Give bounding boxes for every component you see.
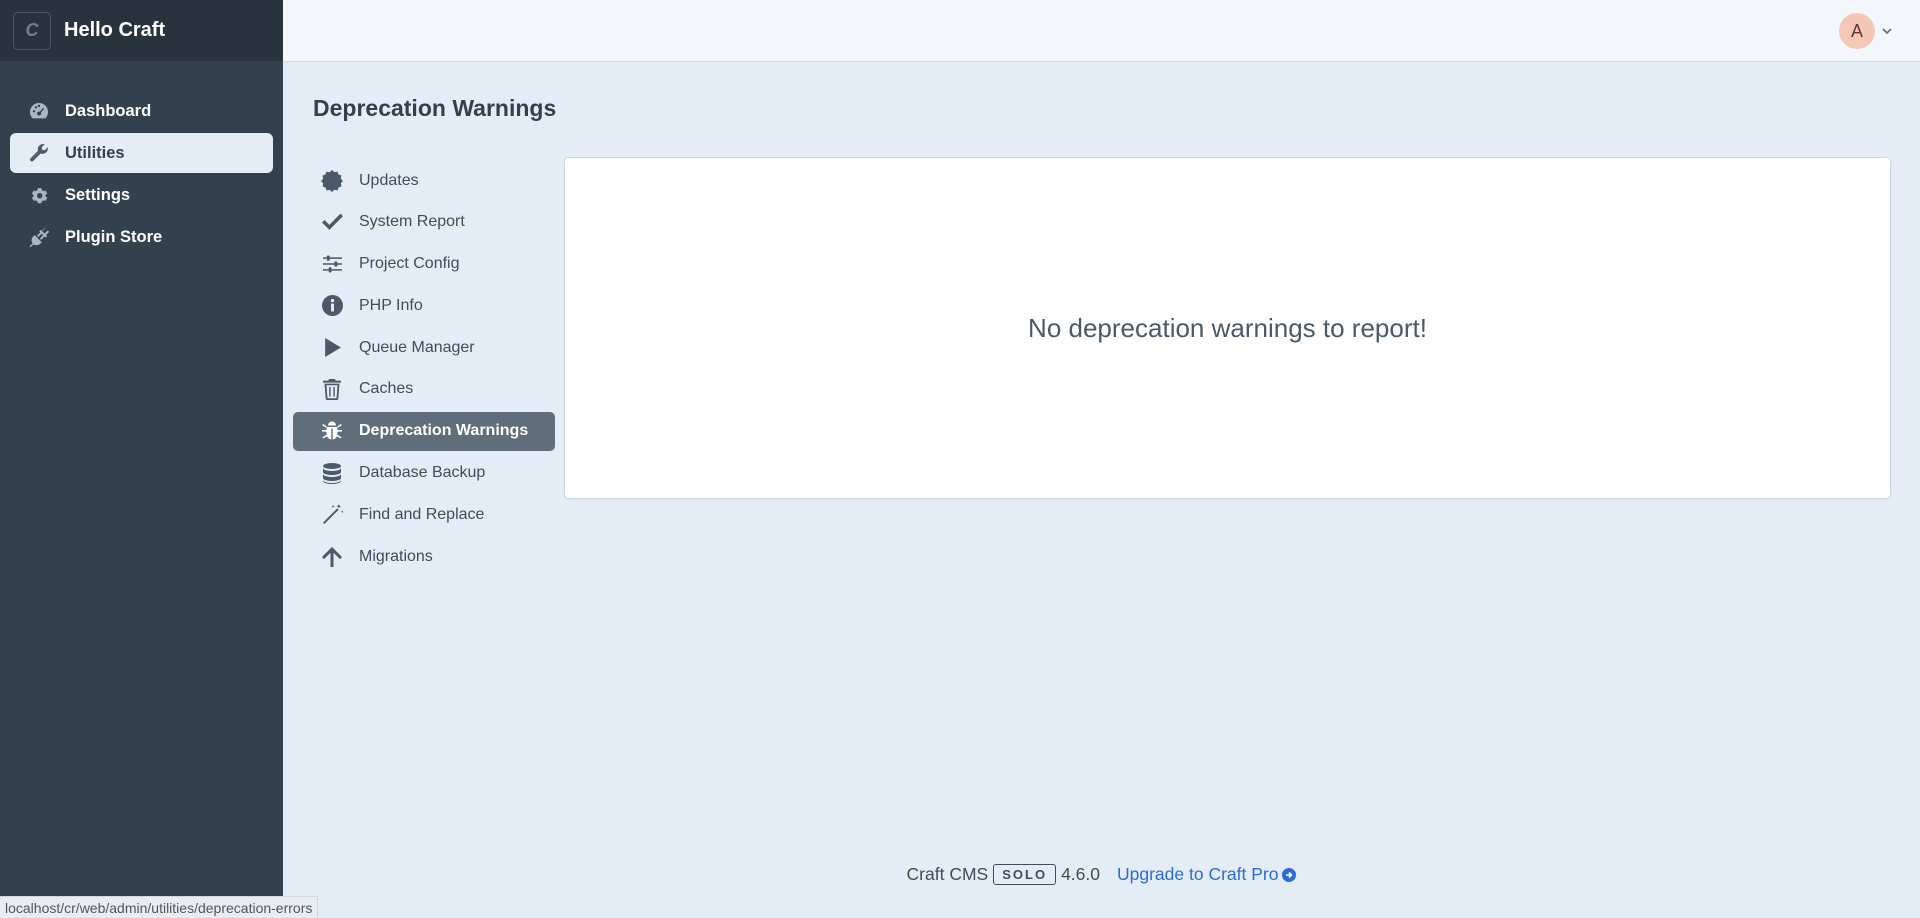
utility-label: Queue Manager — [359, 338, 475, 356]
upgrade-link[interactable]: Upgrade to Craft Pro — [1117, 864, 1297, 885]
utility-item-database-backup[interactable]: Database Backup — [293, 454, 555, 493]
global-nav: Dashboard Utilities Settings Plugin Stor… — [0, 91, 283, 257]
product-name: Craft CMS — [906, 864, 989, 884]
nav-label: Utilities — [65, 143, 125, 162]
utility-item-project-config[interactable]: Project Config — [293, 245, 555, 284]
app-footer: Craft CMS SOLO 4.6.0 Upgrade to Craft Pr… — [0, 864, 1920, 885]
version-number: 4.6.0 — [1061, 864, 1100, 884]
magic-wand-icon — [321, 504, 343, 526]
utility-item-queue-manager[interactable]: Queue Manager — [293, 328, 555, 367]
utility-label: Migrations — [359, 547, 433, 565]
play-icon — [321, 337, 343, 359]
account-menu-toggle[interactable]: A — [1839, 13, 1892, 49]
utility-label: Caches — [359, 380, 414, 398]
utility-label: Database Backup — [359, 464, 486, 482]
info-icon — [321, 295, 343, 317]
nav-item-utilities[interactable]: Utilities — [10, 133, 273, 173]
check-icon — [321, 211, 343, 233]
utility-label: Deprecation Warnings — [359, 422, 529, 440]
utilities-nav: Updates System Report Project Config PHP… — [293, 161, 555, 579]
utility-item-php-info[interactable]: PHP Info — [293, 286, 555, 325]
plug-icon — [28, 226, 50, 248]
nav-label: Plugin Store — [65, 227, 163, 246]
status-bar-url: localhost/cr/web/admin/utilities/depreca… — [0, 896, 319, 918]
chevron-down-icon — [1882, 28, 1892, 35]
utility-item-find-and-replace[interactable]: Find and Replace — [293, 495, 555, 534]
global-header: A — [283, 0, 1920, 62]
wrench-icon — [28, 142, 50, 164]
trash-icon — [321, 378, 343, 400]
utility-item-caches[interactable]: Caches — [293, 370, 555, 409]
nav-label: Dashboard — [65, 101, 152, 120]
edition-badge: SOLO — [993, 864, 1057, 885]
nav-item-dashboard[interactable]: Dashboard — [10, 91, 273, 131]
arrow-circle-right-icon — [1282, 867, 1297, 882]
site-name[interactable]: Hello Craft — [64, 19, 165, 42]
site-brand[interactable]: C Hello Craft — [0, 0, 283, 61]
sliders-icon — [321, 253, 343, 275]
utility-item-migrations[interactable]: Migrations — [293, 537, 555, 576]
deprecation-warnings-pane: No deprecation warnings to report! — [564, 157, 1891, 499]
database-icon — [321, 462, 343, 484]
craft-logo-icon: C — [13, 11, 51, 50]
upgrade-label: Upgrade to Craft Pro — [1117, 864, 1279, 884]
global-sidebar: C Hello Craft Dashboard Utilities Settin… — [0, 0, 283, 918]
dashboard-gauge-icon — [28, 100, 50, 122]
arrow-up-icon — [321, 546, 343, 568]
utility-label: Project Config — [359, 255, 460, 273]
utility-item-updates[interactable]: Updates — [293, 161, 555, 200]
utility-label: System Report — [359, 213, 465, 231]
utility-label: Updates — [359, 171, 419, 189]
nav-label: Settings — [65, 185, 131, 204]
gear-icon — [28, 184, 50, 206]
nav-item-plugin-store[interactable]: Plugin Store — [10, 217, 273, 257]
utility-label: PHP Info — [359, 296, 423, 314]
utility-label: Find and Replace — [359, 505, 485, 523]
page-title: Deprecation Warnings — [313, 95, 557, 121]
utility-item-deprecation-warnings[interactable]: Deprecation Warnings — [293, 411, 555, 451]
bug-icon — [321, 420, 343, 442]
nav-item-settings[interactable]: Settings — [10, 175, 273, 215]
utility-item-system-report[interactable]: System Report — [293, 203, 555, 242]
badge-icon — [321, 169, 343, 192]
empty-state-message: No deprecation warnings to report! — [1028, 312, 1427, 343]
avatar[interactable]: A — [1839, 13, 1875, 49]
